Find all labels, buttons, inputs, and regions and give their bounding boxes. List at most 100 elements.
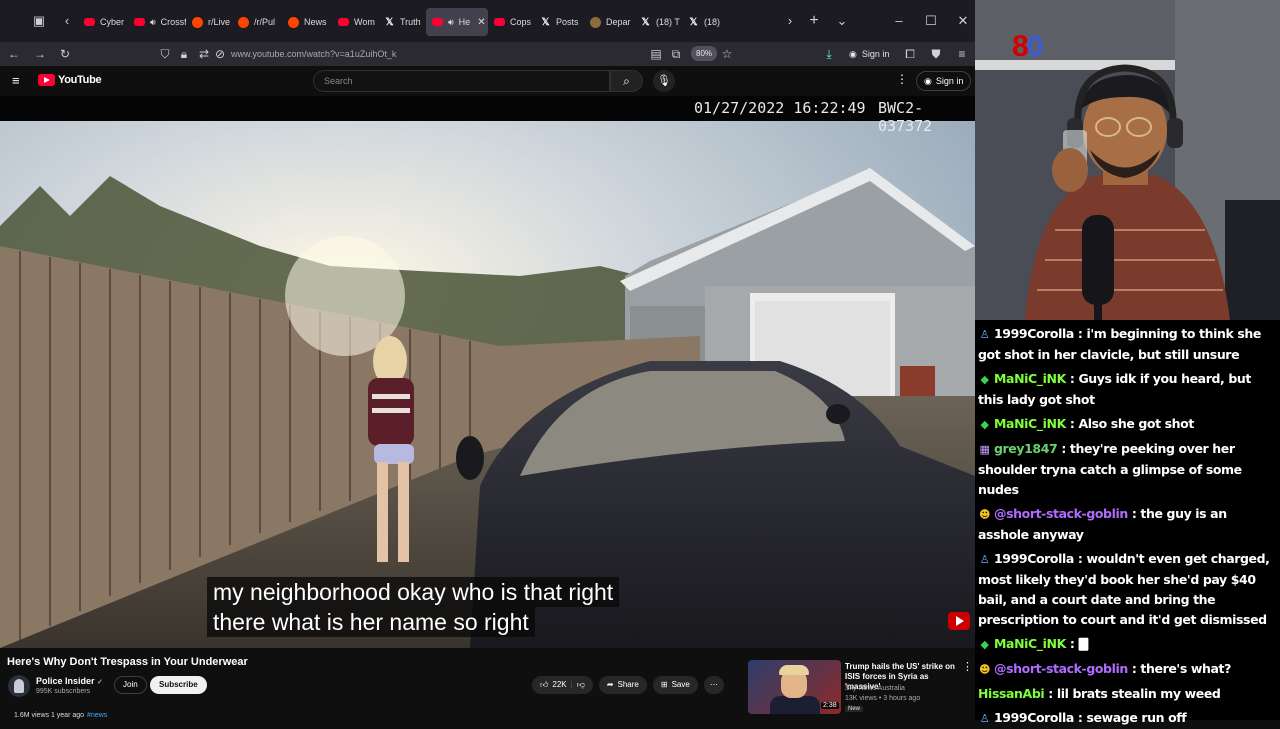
browser-tab[interactable]: 🔊︎ He ✕ <box>426 8 488 36</box>
browser-tab[interactable]: r/Live <box>186 8 232 36</box>
new-tab-icon[interactable]: + <box>805 12 823 30</box>
chat-badge-smile-icon: ☻ <box>978 508 991 521</box>
permissions-icon[interactable]: ⇄ <box>197 45 211 63</box>
browser-tab[interactable]: 🔊︎ Crossf <box>128 8 186 36</box>
ublock-icon[interactable]: ⛊526 <box>928 45 944 63</box>
tab-overview-icon[interactable]: ▣ <box>30 12 48 30</box>
youtube-favicon-icon <box>494 18 505 26</box>
chat-username[interactable]: @short-stack-goblin <box>994 661 1128 676</box>
extensions-icon[interactable]: ⧠ <box>903 45 917 63</box>
browser-tab[interactable]: 𝕏 (18) F <box>682 8 722 36</box>
reload-icon[interactable]: ↻ <box>57 45 73 63</box>
reader-view-icon[interactable]: ▤ <box>649 45 663 63</box>
recommended-more-icon[interactable]: ⋮ <box>962 660 973 673</box>
list-all-tabs-icon[interactable]: ⌄ <box>833 12 851 30</box>
guide-menu-icon[interactable]: ≡ <box>12 73 20 89</box>
chat-message: ☻ @short-stack-goblin: there's what? <box>978 659 1280 680</box>
tab-label: r/Live <box>208 17 231 27</box>
autoplay-blocked-icon[interactable]: ⊘ <box>213 45 227 63</box>
chat-username[interactable]: 1999Corolla <box>994 710 1074 725</box>
speaker-icon[interactable]: 🔊︎ <box>150 17 156 28</box>
downloads-icon[interactable]: ⤓ <box>822 45 836 63</box>
more-options-icon[interactable]: ⋮ <box>896 72 908 86</box>
browser-tab[interactable]: /r/Pul <box>232 8 282 36</box>
youtube-logo-text: YouTube <box>58 74 102 86</box>
browser-tab[interactable]: News <box>282 8 332 36</box>
close-window-icon[interactable]: ✕ <box>954 12 972 30</box>
chat-badge-diamond-icon: ◆ <box>980 638 989 651</box>
browser-tab[interactable]: 𝕏 Posts <box>534 8 584 36</box>
tab-label: Depar <box>606 17 631 27</box>
firefox-account-button[interactable]: ◉ Sign in <box>849 45 889 63</box>
channel-name[interactable]: Police Insider ✓ <box>36 676 103 686</box>
chat-username[interactable]: @short-stack-goblin <box>994 506 1128 521</box>
close-tab-icon[interactable]: ✕ <box>477 17 485 28</box>
tab-strip: Cyber 🔊︎ Crossf r/Live/r/Pul News Wom 𝕏 Truth 🔊︎… <box>78 8 798 36</box>
video-player[interactable]: 01/27/2022 16:22:49 BWC2-037372 my neigh… <box>0 96 975 648</box>
account-circle-icon: ◉ <box>924 76 932 86</box>
browser-tab[interactable]: 𝕏 Truth <box>378 8 426 36</box>
speaker-icon[interactable]: 🔊︎ <box>448 17 454 28</box>
youtube-favicon-icon <box>84 18 95 26</box>
tab-label: Truth <box>400 17 421 27</box>
app-menu-icon[interactable]: ≡ <box>955 45 969 63</box>
voice-search-button[interactable]: 🎙︎ <box>653 70 675 92</box>
chat-username[interactable]: MaNiC_iNK <box>994 416 1066 431</box>
youtube-favicon-icon <box>432 18 443 26</box>
channel-avatar[interactable] <box>8 675 30 697</box>
join-button[interactable]: Join <box>114 676 147 694</box>
browser-tab[interactable]: Cyber <box>78 8 128 36</box>
forward-icon[interactable]: → <box>32 45 48 63</box>
browser-tab[interactable]: Cops <box>488 8 534 36</box>
shield-icon[interactable]: ⛉ <box>158 45 172 63</box>
tab-label: (18) F <box>704 17 722 27</box>
share-button[interactable]: ➦ Share <box>598 676 647 694</box>
back-icon[interactable]: ← <box>6 45 22 63</box>
chat-username[interactable]: 1999Corolla <box>994 326 1074 341</box>
youtube-signin-button[interactable]: ◉ Sign in <box>916 71 972 91</box>
channel-watermark-icon[interactable] <box>948 612 970 630</box>
scroll-tabs-left-icon[interactable]: ‹ <box>58 12 76 30</box>
chat-message: ◆ MaNiC_iNK: 🀫 <box>978 634 1280 655</box>
recommended-thumbnail[interactable]: 2:38 <box>748 660 841 714</box>
address-bar[interactable]: www.youtube.com/watch?v=a1uZuihOt_k <box>231 46 396 62</box>
chat-username[interactable]: HissanAbi <box>978 686 1045 701</box>
tab-label: Cops <box>510 17 532 27</box>
pip-icon[interactable]: ⧉ <box>669 45 683 63</box>
x-favicon-icon: 𝕏 <box>385 16 394 28</box>
browser-tab[interactable]: Wom <box>332 8 378 36</box>
chat-badge-sub-icon: ▦ <box>979 443 990 456</box>
zoom-level-badge[interactable]: 80% <box>691 46 718 61</box>
browser-tab[interactable]: Depar <box>584 8 634 36</box>
recommended-channel[interactable]: Sky News Australia <box>845 685 905 692</box>
minimize-icon[interactable]: – <box>890 12 908 30</box>
chat-message: HissanAbi: lil brats stealin my weed <box>978 684 1280 704</box>
mic-icon: 🎙︎ <box>657 75 671 87</box>
recommended-video[interactable]: 2:38 Trump hails the US' strike on ISIS … <box>748 660 974 716</box>
search-button[interactable]: ⌕ <box>610 70 643 92</box>
hashtag-link[interactable]: #news <box>87 712 107 719</box>
maximize-icon[interactable]: ☐ <box>922 12 940 30</box>
browser-tab[interactable]: 𝕏 (18) T <box>634 8 682 36</box>
chat-badge-person-icon: ♙ <box>979 553 990 566</box>
like-button[interactable]: 👍︎ 22K | 👎︎ <box>532 676 593 694</box>
chat-username[interactable]: 1999Corolla <box>994 551 1074 566</box>
chat-username[interactable]: MaNiC_iNK <box>994 371 1066 386</box>
subscribe-button[interactable]: Subscribe <box>150 676 207 694</box>
search-input[interactable]: Search <box>313 70 610 92</box>
save-button[interactable]: ⊞ Save <box>652 676 698 694</box>
tab-label: Crossf <box>160 17 186 27</box>
youtube-play-icon <box>38 74 55 86</box>
scroll-tabs-right-icon[interactable]: › <box>781 12 799 30</box>
video-actions: 👍︎ 22K | 👎︎ ➦ Share ⊞ Save ⋯ <box>532 676 724 694</box>
share-label: Share <box>617 680 639 689</box>
youtube-logo[interactable]: YouTube <box>38 74 102 86</box>
bookmark-star-icon[interactable]: ☆ <box>720 45 734 63</box>
chat-message: ♙ 1999Corolla: sewage run off <box>978 708 1280 729</box>
bodycam-id: BWC2-037372 <box>878 99 933 135</box>
chat-username[interactable]: grey1847 <box>994 441 1058 456</box>
youtube-favicon-icon <box>338 18 349 26</box>
lock-icon[interactable]: 🔒︎ <box>178 45 190 63</box>
more-actions-button[interactable]: ⋯ <box>703 676 724 694</box>
chat-username[interactable]: MaNiC_iNK <box>994 636 1066 651</box>
